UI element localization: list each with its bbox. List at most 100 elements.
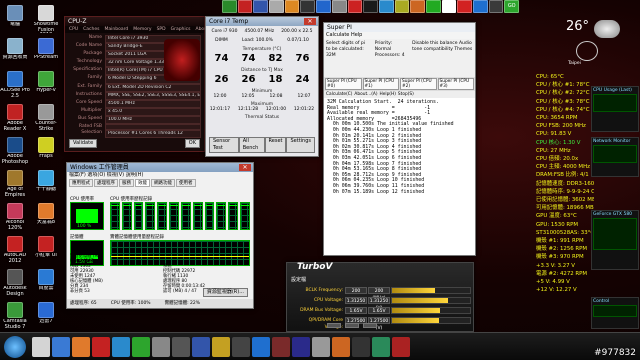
launcher-icon[interactable]	[394, 0, 410, 13]
taskbar-app-icon[interactable]	[272, 337, 290, 357]
ok-button[interactable]: OK	[184, 139, 200, 148]
start-button[interactable]	[4, 336, 26, 358]
launcher-icon[interactable]	[331, 0, 347, 13]
voltage-slider[interactable]	[391, 307, 471, 314]
superpi-menu[interactable]: Calculate Help	[324, 32, 475, 39]
cpuz-tab[interactable]: CPU	[67, 27, 80, 32]
launcher-icon[interactable]: GO	[504, 0, 520, 13]
superpi-window[interactable]: Super PI Calculate Help Select digits of…	[323, 22, 476, 256]
launcher-icon[interactable]	[410, 0, 425, 13]
apply-button[interactable]	[327, 323, 341, 328]
taskbar-app-icon[interactable]	[232, 337, 250, 357]
taskbar-app-icon[interactable]	[32, 337, 50, 357]
log-line: 0h 07m 15.189s Loop 12 finished	[327, 188, 425, 195]
superpi-title[interactable]: Super PI	[324, 23, 475, 32]
settings-button[interactable]: Settings	[286, 137, 315, 153]
launcher-icon[interactable]	[300, 0, 316, 13]
taskbar-app-icon[interactable]	[312, 337, 330, 357]
taskbar-app-icon[interactable]	[352, 337, 370, 357]
taskbar-app-icon[interactable]	[392, 337, 410, 357]
taskbar-app-icon[interactable]	[332, 337, 350, 357]
launcher-icon[interactable]	[237, 0, 253, 13]
cpuz-title[interactable]: CPU-Z	[65, 17, 204, 26]
launcher-icon[interactable]	[473, 0, 488, 13]
voltage-current[interactable]: 200	[345, 287, 367, 294]
launcher-icon[interactable]	[222, 0, 237, 13]
taskbar-app-icon[interactable]	[212, 337, 230, 357]
launcher-icon[interactable]	[378, 0, 394, 13]
digits-select[interactable]: Select digits of pi to be calculated: 32…	[326, 41, 371, 75]
sensor-test-button[interactable]: Sensor Test	[209, 137, 239, 153]
core1-min: 12:05	[241, 94, 255, 99]
cpuz-tab[interactable]: Memory	[131, 27, 153, 32]
launcher-icon[interactable]	[457, 0, 472, 13]
cpuz-tab[interactable]: Caches	[81, 27, 101, 32]
launcher-icon[interactable]	[253, 0, 269, 13]
taskbar-app-icon[interactable]	[172, 337, 190, 357]
task-manager-menu[interactable]: 檔案(F) 選項(O) 檢視(V) 說明(H)	[67, 172, 253, 179]
task-manager-tab[interactable]: 使用者	[176, 179, 196, 187]
voltage-target[interactable]: 1.65V	[368, 307, 390, 314]
voltage-slider[interactable]	[391, 297, 471, 304]
voltage-current[interactable]: 1.65V	[345, 307, 367, 314]
voltage-target[interactable]: 1.31250 (V)	[368, 297, 390, 311]
launcher-icon[interactable]	[441, 0, 457, 13]
taskbar-app-icon[interactable]	[372, 337, 390, 357]
superpi-cpu-tab[interactable]: Super PI (CPU #2)	[400, 78, 437, 90]
launcher-icon[interactable]	[425, 0, 441, 13]
coretemp-title[interactable]: Core i7 Temp ✕	[206, 17, 318, 26]
launcher-icon[interactable]	[269, 0, 284, 13]
cpuz-tab[interactable]: Graphics	[169, 27, 193, 32]
cpuz-tab[interactable]: SPD	[155, 27, 168, 32]
close-icon[interactable]: ✕	[239, 164, 251, 171]
taskbar-app-icon[interactable]	[292, 337, 310, 357]
superpi-cpu-tab[interactable]: Super PI (CPU #3)	[437, 78, 474, 90]
task-manager-tab[interactable]: 服務	[119, 179, 134, 187]
cpuz-window[interactable]: CPU-Z CPU Caches Mainboard Memory SPD Graphic…	[64, 16, 209, 152]
task-manager-tab[interactable]: 效能	[135, 179, 150, 187]
reset-button[interactable]: Reset	[264, 137, 287, 153]
taskbar-app-icon[interactable]	[192, 337, 210, 357]
taskbar-app-icon[interactable]	[52, 337, 70, 357]
task-manager-tab[interactable]: 應用程式	[69, 179, 93, 187]
launcher-icon[interactable]	[363, 0, 378, 13]
voltage-slider[interactable]	[391, 317, 471, 324]
task-manager-tab[interactable]: 處理程序	[94, 179, 118, 187]
core1-distance: 26	[241, 74, 256, 85]
validate-button[interactable]: Validate	[69, 139, 98, 148]
cpuz-tab[interactable]: Mainboard	[103, 27, 131, 32]
taskbar-app-icon[interactable]	[152, 337, 170, 357]
launcher-icon[interactable]	[347, 0, 363, 13]
taskbar-app-icon[interactable]	[112, 337, 130, 357]
voltage-slider[interactable]	[391, 287, 471, 294]
close-icon[interactable]: ✕	[304, 18, 316, 25]
voltage-target[interactable]: 200 (MHz)	[368, 287, 390, 301]
voltage-current[interactable]: 1.31250	[345, 297, 367, 304]
task-manager-title[interactable]: Windows 工作管理員 ✕	[67, 163, 253, 172]
superpi-subtab[interactable]: Help(H)	[380, 92, 396, 97]
task-manager-window[interactable]: Windows 工作管理員 ✕ 檔案(F) 選項(O) 檢視(V) 說明(H) 應…	[66, 162, 254, 309]
coretemp-window[interactable]: Core i7 Temp ✕ Core i7 930 4500.07 MHz 20…	[205, 16, 319, 157]
taskbar-app-icon[interactable]	[252, 337, 270, 357]
sensor-line: +5 V: 4.99 V	[536, 279, 570, 286]
save-profile-button[interactable]	[363, 323, 377, 328]
all-bench-button[interactable]: All Bench	[238, 137, 265, 153]
launcher-icon[interactable]	[316, 0, 331, 13]
launcher-icon[interactable]	[284, 0, 300, 13]
option-checkboxes[interactable]: Disable this balance Audio tone compatib…	[412, 41, 473, 75]
cpu-core-graph	[121, 202, 132, 230]
superpi-subtab[interactable]: About...(A)	[354, 92, 377, 97]
taskbar-app-icon[interactable]	[72, 337, 90, 357]
taskbar-app-icon[interactable]	[92, 337, 110, 357]
superpi-subtab[interactable]: Stop(S)	[398, 92, 414, 97]
taskbar-app-icon[interactable]	[132, 337, 150, 357]
priority-select[interactable]: Priority: Normal Processors: 4	[375, 41, 408, 75]
turbov-window[interactable]: TurboV 設定檔 BCLK Frequency:200200 (MHz)CP…	[286, 262, 474, 332]
superpi-cpu-tab[interactable]: Super PI (CPU #0)	[325, 78, 362, 90]
undo-button[interactable]	[345, 323, 359, 328]
resource-monitor-button[interactable]: 資源監視器(R)...	[202, 288, 248, 297]
task-manager-tab[interactable]: 網路功能	[151, 179, 175, 187]
launcher-icon[interactable]	[488, 0, 504, 13]
superpi-subtab[interactable]: Calculate(C)	[326, 92, 352, 97]
superpi-cpu-tab[interactable]: Super PI (CPU #1)	[362, 78, 399, 90]
